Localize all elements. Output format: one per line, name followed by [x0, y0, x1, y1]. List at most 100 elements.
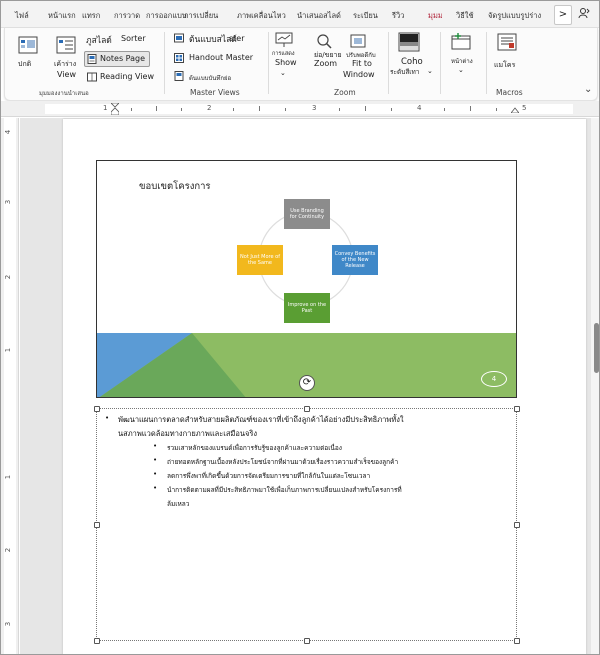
tab-insert[interactable]: แทรก: [82, 10, 100, 22]
share-icon[interactable]: [578, 7, 590, 22]
notes-subitem-2: ถ่ายทอดหลักฐานเบื้องหลังประโยชน์จากที่ผ่…: [167, 458, 399, 466]
indent-marker-icon[interactable]: [110, 102, 120, 118]
tab-scroll-right-button[interactable]: >: [554, 5, 572, 25]
notes-master-label[interactable]: ต้นแบบบันทึกย่อ: [189, 73, 231, 83]
resize-handle[interactable]: [514, 406, 520, 412]
bullet: •: [153, 470, 158, 478]
ruler-tick: [131, 108, 132, 111]
tab-view[interactable]: มุมมอง: [428, 10, 442, 22]
ruler-tick: [339, 108, 340, 111]
slide-box-left: Not Just More of the Same: [237, 245, 283, 275]
group-separator: [164, 32, 165, 94]
reading-view-icon[interactable]: [87, 72, 97, 85]
bullet: •: [153, 442, 158, 450]
tab-review[interactable]: รีวิว: [392, 10, 404, 22]
ruler-number: 3: [4, 621, 13, 627]
show-icon[interactable]: [274, 32, 294, 51]
notes-subitem-4-cont: ล้มเหลว: [167, 500, 190, 508]
color-grayscale-label[interactable]: ระดับสีเทา: [390, 67, 419, 77]
ruler-number: 4: [417, 104, 422, 112]
zoom-label-2[interactable]: Zoom: [314, 59, 337, 68]
ruler-tick: [365, 106, 366, 111]
tab-home[interactable]: หน้าแรก: [48, 10, 76, 22]
ruler-number: 1: [4, 474, 13, 480]
slide-thumbnail[interactable]: ขอบเขตโครงการ Use Branding for Continuit…: [96, 160, 517, 398]
window-dropdown-chevron-icon[interactable]: ⌄: [458, 66, 464, 74]
ruler-number: 3: [4, 199, 13, 205]
tab-file[interactable]: ไฟล์: [15, 10, 29, 22]
tab-draw[interactable]: การวาด: [114, 10, 140, 22]
ruler-number: 1: [4, 347, 13, 353]
tab-slideshow[interactable]: นำเสนอสไลด์: [297, 10, 341, 22]
color-dropdown-chevron-icon[interactable]: ⌄: [427, 67, 433, 75]
handout-master-label[interactable]: Handout Master: [189, 53, 253, 62]
vertical-ruler[interactable]: 4 3 2 1 1 2 3: [1, 118, 19, 654]
new-window-icon[interactable]: [450, 32, 472, 53]
slide-sorter-label-2[interactable]: Sorter: [121, 34, 146, 43]
outline-view-label[interactable]: เค้าร่าง: [54, 59, 76, 70]
resize-handle[interactable]: [304, 638, 310, 644]
ruler-number: 3: [312, 104, 317, 112]
tab-help[interactable]: วิธีใช้: [456, 10, 474, 22]
notes-text-box[interactable]: • พัฒนาแผนการตลาดสำหรับสายผลิตภัณฑ์ของเร…: [94, 406, 520, 644]
ruler-tick: [285, 108, 286, 111]
tab-transitions[interactable]: การเปลี่ยน: [184, 10, 218, 22]
group-master-views-label: Master Views: [190, 88, 240, 97]
window-label[interactable]: หน้าต่าง: [451, 56, 473, 66]
group-separator: [268, 32, 269, 94]
collapse-ribbon-chevron-icon[interactable]: ⌄: [584, 84, 592, 95]
fit-to-window-label-2[interactable]: Fit to: [352, 59, 372, 68]
resize-handle[interactable]: [94, 406, 100, 412]
ruler-tick: [391, 108, 392, 111]
ruler-number: 2: [4, 274, 13, 280]
color-grayscale-icon[interactable]: [398, 32, 420, 55]
normal-view-icon[interactable]: [18, 36, 38, 57]
ruler-tick: [470, 106, 471, 111]
group-zoom-label: Zoom: [334, 88, 356, 97]
fit-to-window-label-3[interactable]: Window: [343, 70, 375, 79]
rotate-handle-icon[interactable]: ⟳: [299, 375, 315, 391]
vertical-scrollbar[interactable]: [591, 118, 599, 654]
right-indent-marker-icon[interactable]: [510, 105, 520, 116]
tab-design[interactable]: การออกแบบ: [146, 10, 187, 22]
slide-graphics: [97, 211, 516, 397]
show-label-2[interactable]: Show: [275, 58, 297, 67]
bullet: •: [153, 484, 158, 492]
macros-label[interactable]: แมโคร: [494, 60, 515, 71]
horizontal-ruler[interactable]: 2 3 4 5 1: [1, 101, 599, 118]
slide-sorter-label[interactable]: ภูสไลด์: [86, 33, 112, 47]
show-dropdown-chevron-icon[interactable]: ⌄: [280, 69, 286, 77]
ribbon-tabs: ไฟล์ หน้าแรก แทรก การวาด การออกแบบ การเป…: [1, 1, 599, 28]
ruler-number: 2: [207, 104, 212, 112]
tab-shape-format[interactable]: จัดรูปแบบรูปร่าง: [488, 10, 548, 22]
tab-record[interactable]: ระเบียน: [353, 10, 378, 22]
slide-box-top: Use Branding for Continuity: [284, 199, 330, 229]
tab-animations[interactable]: ภาพเคลื่อนไหว: [237, 10, 286, 22]
outline-view-label-2[interactable]: View: [57, 70, 76, 79]
notes-subitem-3: ลดการพึ่งพาที่เกิดขึ้นด้วยการจัดเตรียมกา…: [167, 472, 371, 480]
macros-icon[interactable]: [497, 33, 517, 54]
notes-master-icon[interactable]: [174, 71, 184, 84]
app-window: { "tabs": ["ไฟล์", "หน้าแรก", "แทรก", "ก…: [0, 0, 600, 655]
group-separator: [440, 32, 441, 94]
slide-master-icon[interactable]: [174, 33, 184, 46]
resize-handle[interactable]: [94, 522, 100, 528]
resize-handle[interactable]: [514, 638, 520, 644]
show-label[interactable]: การแสดง: [272, 50, 295, 58]
handout-master-icon[interactable]: [174, 53, 184, 66]
outline-view-icon[interactable]: [56, 36, 76, 57]
ruler-number: 1: [103, 104, 108, 112]
resize-handle[interactable]: [514, 522, 520, 528]
normal-view-label[interactable]: ปกติ: [18, 59, 31, 70]
ruler-area: [4, 118, 16, 654]
ruler-tick: [259, 106, 260, 111]
slide-master-label-2[interactable]: ster: [229, 34, 245, 43]
color-label[interactable]: Coho: [401, 57, 423, 67]
reading-view-label[interactable]: Reading View: [100, 72, 154, 81]
group-separator: [486, 32, 487, 94]
slide-box-right: Convey Benefits of the New Release: [332, 245, 378, 275]
scrollbar-thumb[interactable]: [594, 323, 599, 373]
resize-handle[interactable]: [94, 638, 100, 644]
ruler-tick: [156, 106, 157, 111]
resize-handle[interactable]: [304, 406, 310, 412]
